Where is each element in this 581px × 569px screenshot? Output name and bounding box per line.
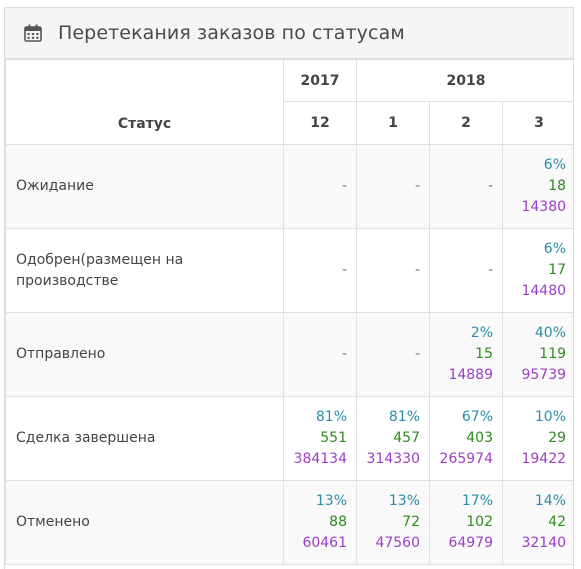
status-flow-table: Статус 2017 2018 12 1 2 3 Ожидание - - - 6% 1… — [5, 59, 573, 565]
count-value: 29 — [548, 430, 567, 446]
value-cell: 67% 403 265974 — [429, 396, 503, 481]
value-cell: 2% 15 14889 — [429, 312, 503, 397]
year-header-2018: 2018 — [355, 59, 573, 102]
value-cell: - — [283, 312, 357, 397]
value-cell: - — [429, 144, 503, 229]
count-value: 88 — [329, 514, 347, 530]
year-header-2017: 2017 — [283, 59, 357, 102]
empty-dash: - — [341, 178, 347, 194]
empty-dash: - — [341, 346, 347, 362]
status-label: Одобрен(размещен на производстве — [5, 228, 284, 313]
value-cell: 6% 18 14380 — [501, 144, 573, 229]
percent-value: 13% — [388, 493, 420, 509]
count-value: 457 — [393, 430, 420, 446]
month-header: 1 — [356, 101, 430, 145]
table-row: Одобрен(размещен на производстве - - - 6% 17 1… — [5, 228, 573, 313]
sum-value: 95739 — [521, 367, 567, 383]
percent-value: 6% — [543, 157, 567, 173]
status-label: Отправлено — [5, 312, 284, 397]
count-value: 102 — [466, 514, 493, 530]
sum-value: 60461 — [302, 535, 347, 551]
sum-value: 14380 — [521, 199, 567, 215]
value-cell: - — [429, 228, 503, 313]
sum-value: 64979 — [448, 535, 493, 551]
value-cell: - — [356, 312, 430, 397]
value-cell: 40% 119 95739 — [501, 312, 573, 397]
value-cell: 17% 102 64979 — [429, 480, 503, 565]
percent-value: 6% — [543, 241, 567, 257]
value-cell: - — [283, 144, 357, 229]
sum-value: 265974 — [439, 451, 493, 467]
value-cell: 13% 88 60461 — [283, 480, 357, 565]
sum-value: 32140 — [521, 535, 567, 551]
status-column-header: Статус — [5, 59, 284, 145]
calendar-icon — [23, 23, 43, 43]
value-cell: - — [356, 228, 430, 313]
percent-value: 13% — [315, 493, 347, 509]
count-value: 72 — [402, 514, 420, 530]
empty-dash: - — [341, 262, 347, 278]
month-header: 3 — [501, 101, 573, 145]
table-row: Отправлено - - 2% 15 14889 40% 119 95739 — [5, 312, 573, 397]
table-row: Отменено 13% 88 60461 13% 72 47560 17% 102 64979 1… — [5, 480, 573, 565]
count-value: 17 — [548, 262, 567, 278]
value-cell: 6% 17 14480 — [501, 228, 573, 313]
status-label: Сделка завершена — [5, 396, 284, 481]
value-cell: 14% 42 32140 — [501, 480, 573, 565]
count-value: 551 — [320, 430, 347, 446]
panel-heading: Перетекания заказов по статусам — [5, 8, 573, 59]
table-row: Ожидание - - - 6% 18 14380 — [5, 144, 573, 229]
value-cell: 13% 72 47560 — [356, 480, 430, 565]
empty-dash: - — [414, 346, 420, 362]
count-value: 42 — [548, 514, 567, 530]
count-value: 119 — [539, 346, 567, 362]
status-label: Отменено — [5, 480, 284, 565]
percent-value: 14% — [534, 493, 567, 509]
value-cell: 81% 551 384134 — [283, 396, 357, 481]
sum-value: 314330 — [366, 451, 420, 467]
sum-value: 19422 — [521, 451, 567, 467]
percent-value: 81% — [388, 409, 420, 425]
value-cell: 10% 29 19422 — [501, 396, 573, 481]
table-body: Ожидание - - - 6% 18 14380 Одобрен(размещен на … — [5, 144, 573, 565]
status-label: Ожидание — [5, 144, 284, 229]
count-value: 18 — [548, 178, 567, 194]
percent-value: 67% — [461, 409, 493, 425]
empty-dash: - — [414, 262, 420, 278]
sum-value: 384134 — [293, 451, 347, 467]
percent-value: 10% — [534, 409, 567, 425]
empty-dash: - — [487, 262, 493, 278]
percent-value: 17% — [461, 493, 493, 509]
count-value: 15 — [475, 346, 493, 362]
count-value: 403 — [466, 430, 493, 446]
empty-dash: - — [487, 178, 493, 194]
percent-value: 2% — [470, 325, 493, 341]
sum-value: 14889 — [448, 367, 493, 383]
value-cell: 81% 457 314330 — [356, 396, 430, 481]
percent-value: 81% — [315, 409, 347, 425]
empty-dash: - — [414, 178, 420, 194]
month-header: 12 — [283, 101, 357, 145]
sum-value: 14480 — [521, 283, 567, 299]
month-header: 2 — [429, 101, 503, 145]
panel-title: Перетекания заказов по статусам — [58, 22, 405, 44]
sum-value: 47560 — [375, 535, 420, 551]
percent-value: 40% — [534, 325, 567, 341]
table-row: Сделка завершена 81% 551 384134 81% 457 314330… — [5, 396, 573, 481]
value-cell: - — [356, 144, 430, 229]
orders-flow-panel: Перетекания заказов по статусам Статус 2… — [4, 7, 574, 569]
value-cell: - — [283, 228, 357, 313]
